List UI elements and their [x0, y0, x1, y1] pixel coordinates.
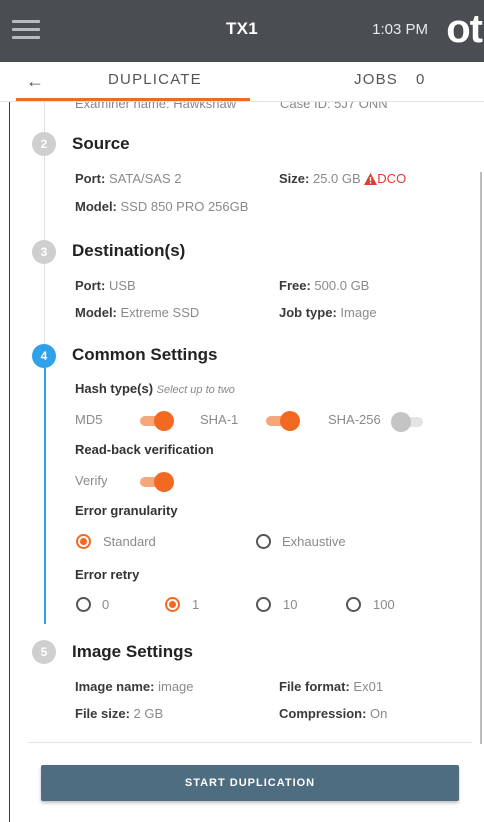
timeline-line — [44, 102, 45, 132]
destination-model: Model: Extreme SSD — [75, 305, 200, 320]
readback-label: Read-back verification — [75, 442, 214, 457]
step-number-common: 4 — [32, 344, 56, 368]
retry-10-label: 10 — [283, 597, 298, 612]
hash-md5-toggle[interactable] — [138, 411, 174, 431]
destination-job-type: Job type: Image — [279, 305, 377, 320]
arrow-left-icon[interactable]: ← — [26, 71, 44, 92]
image-file-format: File format: Ex01 — [279, 679, 384, 694]
granularity-standard-label: Standard — [103, 534, 156, 549]
case-id-cutoff: Case ID: 5J7 ONN — [280, 102, 388, 111]
step-title-image: Image Settings — [72, 642, 193, 661]
timeline-line — [44, 264, 45, 346]
hash-sha256-toggle[interactable] — [391, 412, 427, 432]
scrollbar[interactable] — [480, 172, 482, 744]
hash-md5-label: MD5 — [75, 412, 103, 427]
granularity-exhaustive-label: Exhaustive — [282, 534, 346, 549]
dco-warning: DCO — [377, 171, 407, 186]
step-title-source: Source — [72, 134, 130, 153]
timeline-line — [44, 156, 45, 240]
retry-100-radio[interactable] — [346, 597, 361, 612]
hash-sha1-label: SHA-1 — [200, 412, 239, 427]
settings-scroll-area[interactable]: Examiner name: Hawkshaw Case ID: 5J7 ONN… — [0, 102, 484, 744]
image-file-size: File size: 2 GB — [75, 706, 164, 721]
footer-divider — [28, 742, 472, 743]
verify-label: Verify — [75, 473, 108, 488]
hash-sha1-toggle[interactable] — [264, 411, 300, 431]
step-title-common: Common Settings — [72, 345, 218, 364]
source-model: Model: SSD 850 PRO 256GB — [75, 199, 249, 214]
granularity-standard-radio[interactable] — [76, 534, 91, 549]
granularity-exhaustive-radio[interactable] — [256, 534, 271, 549]
source-size: Size: 25.0 GB DCO — [279, 171, 407, 186]
hash-type-label: Hash type(s) Select up to two — [75, 381, 235, 396]
verify-toggle[interactable] — [138, 472, 174, 492]
tab-jobs-label: JOBS — [354, 71, 398, 88]
retry-0-label: 0 — [102, 597, 110, 612]
step-number-destination: 3 — [32, 240, 56, 264]
image-compression: Compression: On — [279, 706, 388, 721]
hash-sha256-label: SHA-256 — [328, 412, 381, 427]
step-number-source: 2 — [32, 132, 56, 156]
error-retry-label: Error retry — [75, 567, 140, 582]
start-duplication-button[interactable]: START DUPLICATION — [41, 765, 459, 801]
step-number-image: 5 — [32, 640, 56, 664]
destination-port: Port: USB — [75, 278, 136, 293]
retry-1-label: 1 — [192, 597, 200, 612]
destination-free: Free: 500.0 GB — [279, 278, 370, 293]
source-port: Port: SATA/SAS 2 — [75, 171, 182, 186]
granularity-label: Error granularity — [75, 503, 178, 518]
image-name: Image name: image — [75, 679, 194, 694]
hash-type-hint: Select up to two — [156, 384, 235, 396]
retry-1-radio[interactable] — [165, 597, 180, 612]
timeline-line-active — [44, 368, 46, 624]
top-bar: TX1 1:03 PM ot — [0, 0, 484, 62]
tab-jobs[interactable]: JOBS 0 — [354, 71, 426, 88]
step-title-destination: Destination(s) — [72, 241, 186, 260]
clock: 1:03 PM — [372, 21, 428, 38]
jobs-count: 0 — [415, 71, 426, 88]
retry-0-radio[interactable] — [76, 597, 91, 612]
tab-bar: ← DUPLICATE JOBS 0 — [0, 62, 484, 102]
retry-10-radio[interactable] — [256, 597, 271, 612]
brand-logo: ot — [446, 7, 483, 51]
examiner-name-cutoff: Examiner name: Hawkshaw — [75, 102, 237, 111]
tab-duplicate[interactable]: DUPLICATE — [108, 71, 202, 88]
retry-100-label: 100 — [373, 597, 395, 612]
warning-triangle-icon — [364, 173, 378, 185]
